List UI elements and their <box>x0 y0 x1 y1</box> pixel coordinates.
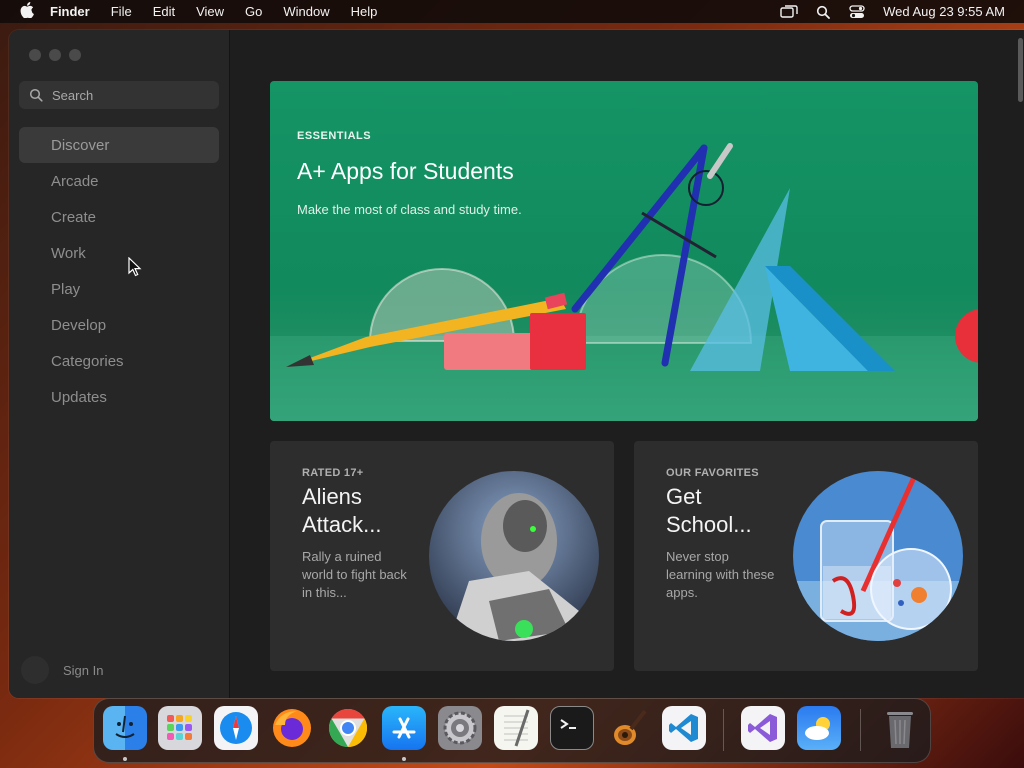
visual-studio-icon[interactable] <box>741 706 785 750</box>
chrome-icon[interactable] <box>326 706 370 750</box>
menubar-clock[interactable]: Wed Aug 23 9:55 AM <box>883 4 1005 19</box>
sidebar-item-develop[interactable]: Develop <box>19 307 219 343</box>
safari-icon[interactable] <box>214 706 258 750</box>
edit-menu[interactable]: Edit <box>153 4 175 19</box>
sidebar-item-arcade[interactable]: Arcade <box>19 163 219 199</box>
apple-menu-icon[interactable] <box>18 1 36 22</box>
go-menu[interactable]: Go <box>245 4 262 19</box>
minimize-window-button[interactable] <box>49 49 61 61</box>
help-menu[interactable]: Help <box>351 4 378 19</box>
system-settings-icon[interactable] <box>438 706 482 750</box>
card-title: Aliens Attack... <box>302 484 382 537</box>
spotlight-search-icon[interactable] <box>814 5 832 19</box>
vscode-icon[interactable] <box>662 706 706 750</box>
app-store-running-indicator <box>402 757 406 761</box>
finder-icon[interactable] <box>103 706 147 750</box>
window-menu[interactable]: Window <box>283 4 329 19</box>
app-store-icon[interactable] <box>382 706 426 750</box>
search-placeholder: Search <box>52 87 94 103</box>
dock-separator <box>860 709 861 751</box>
garageband-icon[interactable] <box>606 706 650 750</box>
close-window-button[interactable] <box>29 49 41 61</box>
search-field[interactable]: Search <box>19 81 219 109</box>
sidebar-item-work[interactable]: Work <box>19 235 219 271</box>
launchpad-icon[interactable] <box>158 706 202 750</box>
firefox-icon[interactable] <box>270 706 314 750</box>
card-subtitle: Rally a ruined world to fight back in th… <box>302 549 407 600</box>
card-eyebrow: RATED 17+ <box>302 467 364 479</box>
card-subtitle: Never stop learning with these apps. <box>666 549 775 600</box>
sidebar-item-categories[interactable]: Categories <box>19 343 219 379</box>
card-eyebrow: OUR FAVORITES <box>666 467 759 479</box>
hero-eyebrow: ESSENTIALS <box>297 130 372 142</box>
feature-card-school[interactable]: OUR FAVORITES Get School... Never stop l… <box>634 441 978 671</box>
app-store-window: Search Discover Arcade Create Work Play … <box>9 30 1024 698</box>
sidebar-item-play[interactable]: Play <box>19 271 219 307</box>
hero-illustration <box>286 143 978 371</box>
mouse-cursor-icon <box>128 257 142 277</box>
dock-separator <box>723 709 724 751</box>
view-menu[interactable]: View <box>196 4 224 19</box>
sidebar-item-discover[interactable]: Discover <box>19 127 219 163</box>
hero-banner[interactable]: ESSENTIALS A+ Apps for Students Make the… <box>270 81 978 421</box>
feature-card-aliens[interactable]: RATED 17+ Aliens Attack... Rally a ruine… <box>270 441 614 671</box>
hero-subtitle: Make the most of class and study time. <box>297 202 522 217</box>
app-name-menu[interactable]: Finder <box>50 4 90 19</box>
terminal-icon[interactable] <box>550 706 594 750</box>
dock <box>93 698 931 763</box>
window-controls <box>29 49 81 61</box>
menu-bar: Finder File Edit View Go Window Help Wed… <box>0 0 1024 23</box>
zoom-window-button[interactable] <box>69 49 81 61</box>
screen-mirroring-icon[interactable] <box>780 4 798 19</box>
hero-title: A+ Apps for Students <box>297 158 514 184</box>
main-content: ESSENTIALS A+ Apps for Students Make the… <box>231 30 1024 698</box>
sign-in-button[interactable]: Sign In <box>21 656 103 684</box>
sidebar-item-create[interactable]: Create <box>19 199 219 235</box>
school-artwork-image <box>793 471 963 641</box>
avatar <box>21 656 49 684</box>
sidebar-item-updates[interactable]: Updates <box>19 379 219 415</box>
file-menu[interactable]: File <box>111 4 132 19</box>
sign-in-label: Sign In <box>63 662 104 678</box>
search-icon <box>29 88 43 102</box>
card-title: Get School... <box>666 484 752 537</box>
textedit-icon[interactable] <box>494 706 538 750</box>
finder-running-indicator <box>123 757 127 761</box>
sidebar: Search Discover Arcade Create Work Play … <box>9 30 230 698</box>
sidebar-nav: Discover Arcade Create Work Play Develop… <box>19 127 219 415</box>
aliens-artwork-image <box>429 471 599 641</box>
weather-icon[interactable] <box>797 706 841 750</box>
vertical-scrollbar[interactable] <box>1018 38 1023 102</box>
trash-icon[interactable] <box>878 706 922 750</box>
control-center-icon[interactable] <box>848 4 866 19</box>
